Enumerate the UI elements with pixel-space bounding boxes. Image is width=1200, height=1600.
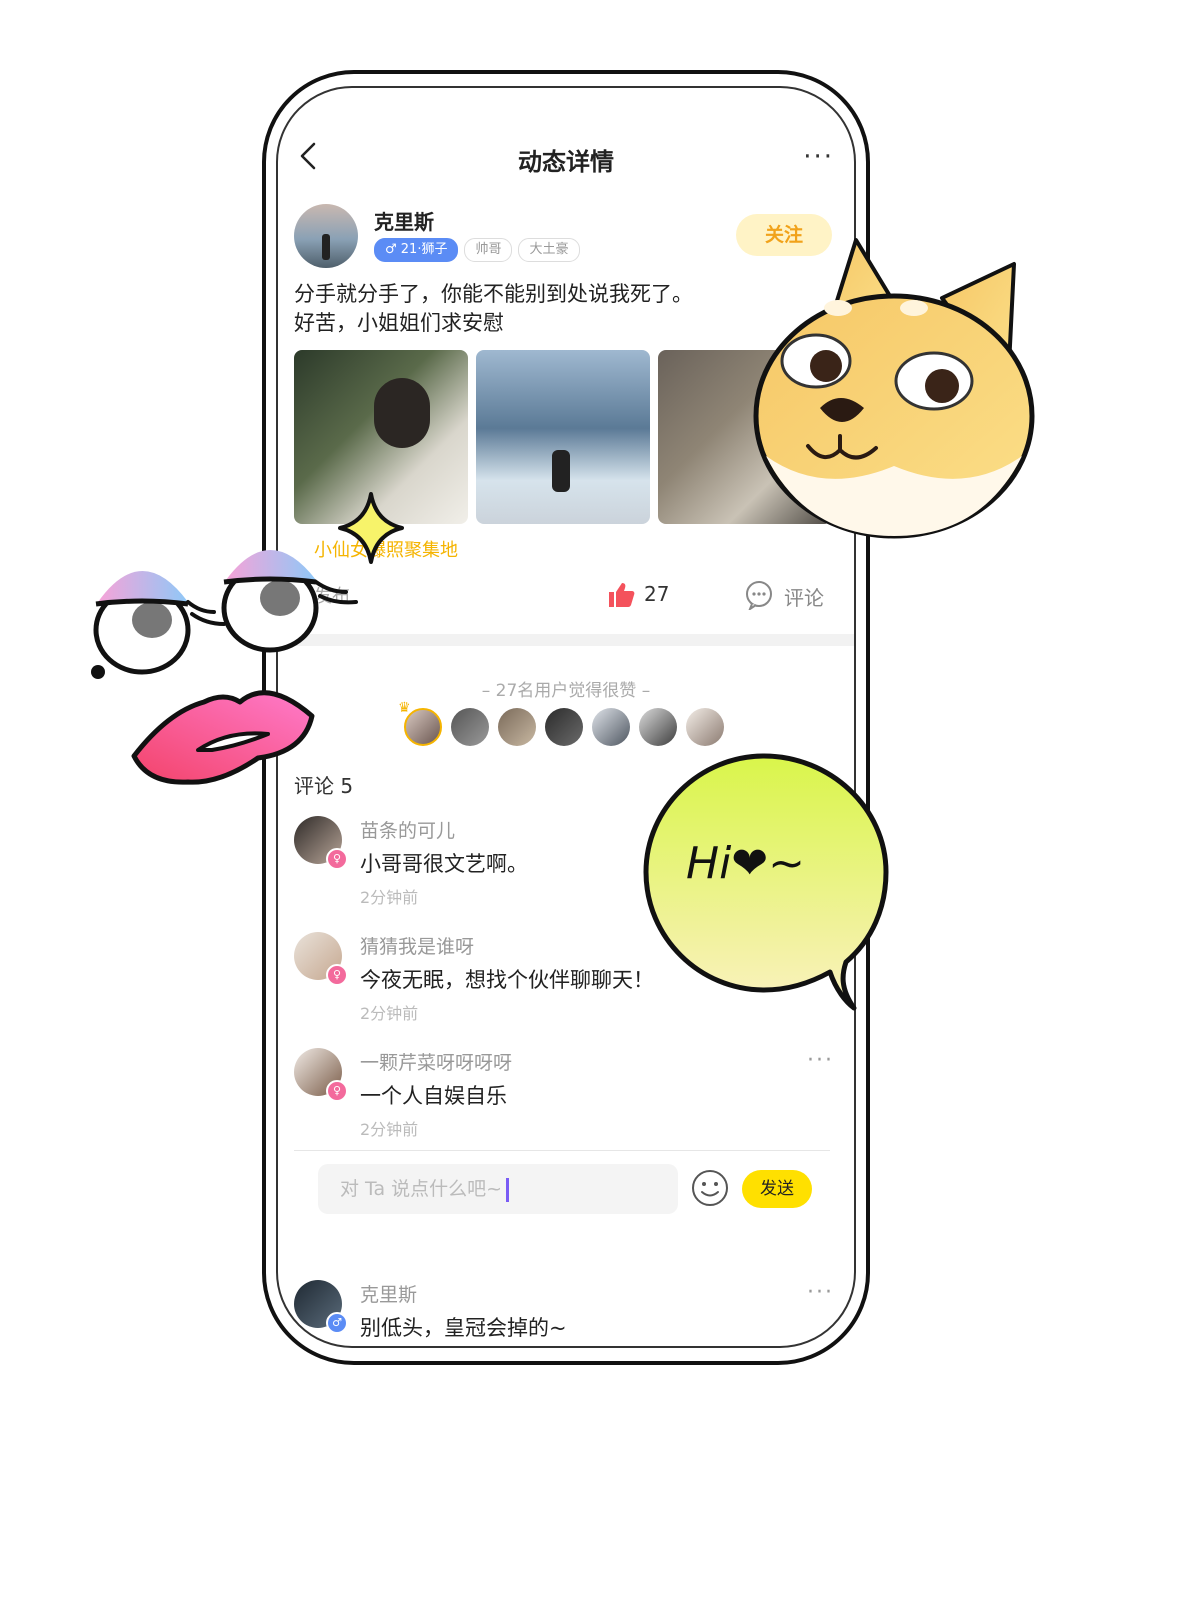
gender-age-tag: ♂ 21·狮子 — [374, 238, 459, 262]
male-badge-icon: ♂ — [326, 1312, 348, 1334]
female-badge-icon: ♀ — [326, 848, 348, 870]
lips-sticker — [131, 690, 315, 785]
liker-avatar[interactable] — [451, 708, 489, 746]
liker-avatars: ♛ — [398, 700, 724, 746]
tag-handsome: 帅哥 — [464, 238, 513, 262]
commenter-name[interactable]: 苗条的可儿 — [360, 816, 455, 843]
text-caret — [506, 1177, 510, 1202]
comment-text: 小哥哥很文艺啊。 — [360, 852, 528, 876]
thumbs-up-icon[interactable] — [606, 580, 636, 610]
author-avatar[interactable] — [294, 204, 358, 268]
female-badge-icon: ♀ — [326, 964, 348, 986]
eyes-sticker — [91, 550, 358, 679]
tag-rich: 大土豪 — [518, 238, 580, 262]
input-divider — [294, 1150, 830, 1151]
liker-avatar[interactable] — [639, 708, 677, 746]
smiley-icon[interactable] — [690, 1168, 730, 1208]
comment-more-icon[interactable]: ··· — [807, 1280, 834, 1305]
author-name[interactable]: 克里斯 — [374, 206, 434, 235]
comment-input[interactable]: 对 Ta 说点什么吧~ — [318, 1164, 678, 1214]
comment-text: 今夜无眠，想找个伙伴聊聊天！ — [360, 968, 654, 992]
comment-input-placeholder: 对 Ta 说点什么吧~ — [340, 1178, 503, 1200]
liker-avatar[interactable] — [592, 708, 630, 746]
female-badge-icon: ♀ — [326, 1080, 348, 1102]
comment-time: 2分钟前 — [360, 1120, 419, 1139]
liker-avatar[interactable]: ♛ — [398, 700, 442, 746]
liker-avatar[interactable] — [545, 708, 583, 746]
commenter-name[interactable]: 克里斯 — [360, 1280, 417, 1307]
like-count: 27 — [644, 582, 670, 606]
comment-text: 别低头，皇冠会掉的~ — [360, 1316, 567, 1340]
shiba-dog-sticker — [753, 238, 1035, 539]
author-tags: ♂ 21·狮子 帅哥 大土豪 — [374, 238, 580, 262]
comment-more-icon[interactable]: ··· — [807, 1048, 834, 1073]
commenter-name[interactable]: 猜猜我是谁呀 — [360, 932, 474, 959]
comment-time: 2分钟前 — [360, 888, 419, 907]
commenter-name[interactable]: 一颗芹菜呀呀呀呀 — [360, 1048, 512, 1075]
liker-avatar[interactable] — [686, 708, 724, 746]
comment-button-label[interactable]: 评论 — [784, 582, 824, 611]
comment-time: 2分钟前 — [360, 1004, 419, 1023]
speech-bubble-sticker: Hi❤~ — [643, 753, 889, 1011]
speech-bubble-text: Hi❤~ — [686, 838, 805, 889]
crown-icon: ♛ — [398, 700, 411, 716]
comment-bubble-icon[interactable] — [744, 580, 774, 610]
more-dots-icon[interactable]: ··· — [803, 142, 834, 172]
comment-text: 一个人自娱自乐 — [360, 1084, 507, 1108]
liker-avatar[interactable] — [498, 708, 536, 746]
send-button[interactable]: 发送 — [742, 1170, 812, 1208]
post-photo-2[interactable] — [476, 350, 650, 524]
page-title: 动态详情 — [518, 148, 614, 176]
